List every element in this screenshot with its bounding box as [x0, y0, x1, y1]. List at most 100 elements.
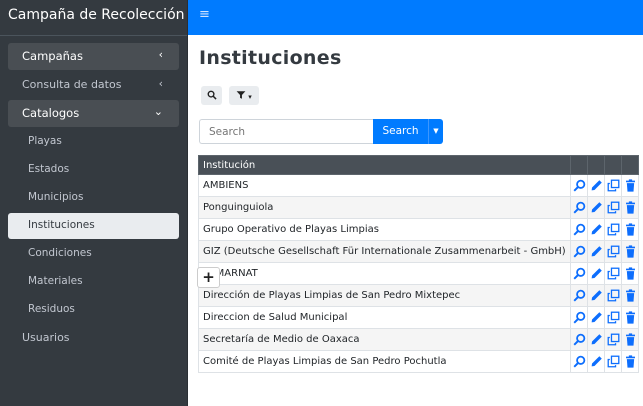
- table-row[interactable]: Ponguinguiola: [198, 196, 639, 219]
- column-header-institucion[interactable]: Institución: [198, 155, 571, 175]
- app: Campaña de Recolección Campañas ‹ Consul…: [0, 0, 643, 406]
- page-title: Instituciones: [199, 47, 342, 69]
- table-row[interactable]: Dirección de Playas Limpias de San Pedro…: [198, 284, 639, 307]
- table-body: AMBIENS Ponguinguiola Grupo Operativo de P…: [198, 174, 639, 373]
- delete-icon[interactable]: [624, 333, 637, 346]
- view-icon[interactable]: [573, 179, 586, 192]
- view-action-cell: [570, 350, 588, 373]
- edit-icon[interactable]: [590, 289, 603, 302]
- delete-icon[interactable]: [624, 267, 637, 280]
- view-action-cell: [570, 262, 588, 285]
- view-action-cell: [570, 306, 588, 329]
- sidebar-nav: Campañas ‹ Consulta de datos ‹ Catalogos…: [0, 36, 187, 352]
- edit-icon[interactable]: [590, 311, 603, 324]
- table-row[interactable]: Direccion de Salud Municipal: [198, 306, 639, 329]
- search-button[interactable]: Search: [373, 119, 428, 144]
- filter-dropdown-button[interactable]: ▾: [229, 86, 259, 105]
- edit-icon[interactable]: [590, 267, 603, 280]
- copy-icon[interactable]: [607, 201, 620, 214]
- edit-icon[interactable]: [590, 201, 603, 214]
- sidebar-item-usuarios[interactable]: Usuarios: [8, 325, 179, 352]
- search-input[interactable]: [199, 119, 373, 144]
- add-row-button[interactable]: +: [197, 267, 220, 288]
- edit-icon[interactable]: [590, 333, 603, 346]
- delete-icon[interactable]: [624, 223, 637, 236]
- copy-action-cell: [604, 196, 622, 219]
- edit-action-cell: [587, 284, 605, 307]
- view-icon[interactable]: [573, 267, 586, 280]
- copy-action-cell: [604, 174, 622, 197]
- sidebar-item-estados[interactable]: Estados: [8, 157, 179, 183]
- delete-icon[interactable]: [624, 245, 637, 258]
- column-header-edit: [587, 155, 605, 175]
- institucion-cell: Comité de Playas Limpias de San Pedro Po…: [198, 350, 571, 373]
- view-icon[interactable]: [573, 355, 586, 368]
- edit-icon[interactable]: [590, 355, 603, 368]
- institucion-cell: AMBIENS: [198, 174, 571, 197]
- edit-action-cell: [587, 240, 605, 263]
- institucion-cell: Dirección de Playas Limpias de San Pedro…: [198, 284, 571, 307]
- menu-toggle-icon[interactable]: ≡: [199, 7, 210, 22]
- delete-icon[interactable]: [624, 289, 637, 302]
- delete-icon[interactable]: [624, 355, 637, 368]
- institucion-cell: Secretaría de Medio de Oaxaca: [198, 328, 571, 351]
- edit-icon[interactable]: [590, 245, 603, 258]
- toggle-search-button[interactable]: [201, 86, 222, 105]
- search-options-caret-icon[interactable]: ▼: [428, 119, 443, 144]
- edit-action-cell: [587, 306, 605, 329]
- view-icon[interactable]: [573, 245, 586, 258]
- sidebar-item-campanas[interactable]: Campañas ‹: [8, 43, 179, 70]
- edit-action-cell: [587, 328, 605, 351]
- view-icon[interactable]: [573, 223, 586, 236]
- table-row[interactable]: SEMARNAT: [198, 262, 639, 285]
- copy-icon[interactable]: [607, 355, 620, 368]
- delete-action-cell: [621, 306, 639, 329]
- copy-icon[interactable]: [607, 245, 620, 258]
- chevron-down-icon: ⌄: [153, 105, 163, 118]
- delete-icon[interactable]: [624, 179, 637, 192]
- edit-icon[interactable]: [590, 223, 603, 236]
- sidebar-item-catalogos[interactable]: Catalogos ⌄: [8, 100, 179, 127]
- filter-icon: [236, 91, 246, 99]
- delete-action-cell: [621, 262, 639, 285]
- copy-icon[interactable]: [607, 333, 620, 346]
- column-header-copy: [604, 155, 622, 175]
- table-row[interactable]: Secretaría de Medio de Oaxaca: [198, 328, 639, 351]
- table-row[interactable]: Comité de Playas Limpias de San Pedro Po…: [198, 350, 639, 373]
- delete-action-cell: [621, 284, 639, 307]
- sidebar-item-condiciones[interactable]: Condiciones: [8, 241, 179, 267]
- table-header-row: Institución: [198, 155, 639, 175]
- table-row[interactable]: GIZ (Deutsche Gesellschaft Für Internati…: [198, 240, 639, 263]
- table-row[interactable]: AMBIENS: [198, 174, 639, 197]
- copy-icon[interactable]: [607, 267, 620, 280]
- sidebar: Campaña de Recolección Campañas ‹ Consul…: [0, 0, 188, 406]
- copy-icon[interactable]: [607, 289, 620, 302]
- copy-action-cell: [604, 350, 622, 373]
- sidebar-item-materiales[interactable]: Materiales: [8, 269, 179, 295]
- view-action-cell: [570, 284, 588, 307]
- edit-icon[interactable]: [590, 179, 603, 192]
- view-action-cell: [570, 328, 588, 351]
- copy-action-cell: [604, 284, 622, 307]
- edit-action-cell: [587, 350, 605, 373]
- copy-action-cell: [604, 240, 622, 263]
- sidebar-item-municipios[interactable]: Municipios: [8, 185, 179, 211]
- catalogos-submenu: Playas Estados Municipios Instituciones …: [0, 129, 187, 323]
- delete-icon[interactable]: [624, 201, 637, 214]
- view-icon[interactable]: [573, 311, 586, 324]
- chevron-left-icon: ‹: [158, 77, 163, 90]
- view-icon[interactable]: [573, 289, 586, 302]
- top-bar: ≡: [188, 0, 643, 35]
- delete-icon[interactable]: [624, 311, 637, 324]
- sidebar-item-instituciones[interactable]: Instituciones: [8, 213, 179, 239]
- view-icon[interactable]: [573, 333, 586, 346]
- sidebar-item-playas[interactable]: Playas: [8, 129, 179, 155]
- copy-icon[interactable]: [607, 179, 620, 192]
- sidebar-item-residuos[interactable]: Residuos: [8, 297, 179, 323]
- view-icon[interactable]: [573, 201, 586, 214]
- edit-action-cell: [587, 174, 605, 197]
- table-row[interactable]: Grupo Operativo de Playas Limpias: [198, 218, 639, 241]
- copy-icon[interactable]: [607, 311, 620, 324]
- sidebar-item-consulta-de-datos[interactable]: Consulta de datos ‹: [8, 72, 179, 99]
- copy-icon[interactable]: [607, 223, 620, 236]
